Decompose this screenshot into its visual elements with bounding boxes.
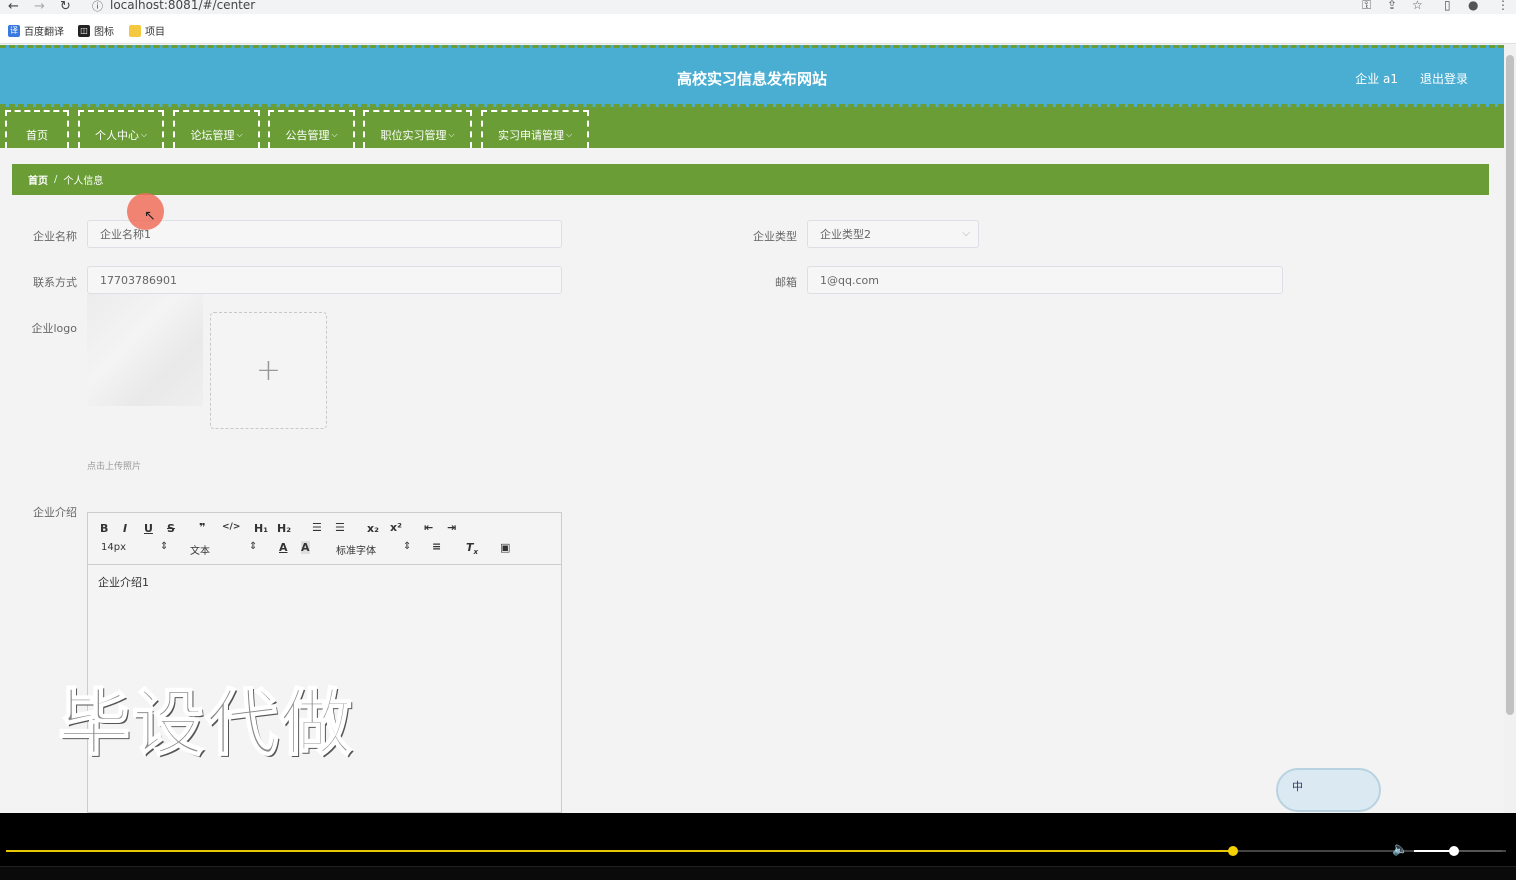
nav-home[interactable]: 首页 — [5, 110, 69, 148]
logo-label: 企业logo — [31, 322, 78, 335]
chevron-down-icon: ⌵ — [962, 228, 970, 239]
site-header: 高校实习信息发布网站 企业 a1 退出登录 — [0, 45, 1504, 107]
upload-tip: 点击上传照片 — [87, 462, 142, 472]
font-color-icon[interactable]: A — [279, 541, 288, 554]
code-icon[interactable]: </> — [222, 522, 240, 532]
contact-input[interactable]: 17703786901 — [87, 266, 562, 294]
main-nav: 首页 个人中心 ⌵ 论坛管理 ⌵ 公告管理 ⌵ 职位实习管理 ⌵ 实习申请管理 ⌵ — [0, 107, 1504, 148]
scrollbar-thumb[interactable] — [1506, 55, 1514, 715]
header-arrows-icon: ⇕ — [249, 541, 258, 552]
volume-icon[interactable]: 🔈 — [1392, 842, 1408, 857]
italic-icon[interactable]: I — [123, 522, 127, 535]
email-input[interactable]: 1@qq.com — [807, 266, 1283, 294]
translate-icon: 译 — [8, 24, 20, 37]
bookmark-folder[interactable]: 项目 — [129, 23, 165, 38]
ordered-list-icon[interactable]: ☰ — [312, 521, 322, 534]
bullet-list-icon[interactable]: ☰ — [335, 521, 345, 534]
url-text: localhost:8081/#/center — [110, 0, 256, 12]
font-size-select[interactable]: 14px — [101, 542, 126, 553]
reload-icon[interactable]: ↻ — [60, 0, 71, 14]
cursor-icon: ↖ — [144, 208, 156, 224]
nav-internship-applications[interactable]: 实习申请管理 ⌵ — [481, 110, 589, 148]
breadcrumb: 首页 / 个人信息 — [12, 164, 1489, 195]
nav-internship-positions[interactable]: 职位实习管理 ⌵ — [363, 110, 472, 148]
outdent-icon[interactable]: ⇤ — [424, 521, 433, 534]
header-select[interactable]: 文本 — [190, 542, 210, 557]
player-controls-strip — [0, 866, 1516, 880]
folder-icon — [129, 24, 141, 37]
editor-content[interactable]: 企业介绍1 — [88, 565, 561, 599]
logo-upload-button[interactable]: + — [210, 312, 327, 429]
heading1-icon[interactable]: H₁ — [254, 522, 268, 535]
email-label: 邮箱 — [775, 276, 797, 289]
seek-bar[interactable] — [6, 850, 1506, 852]
breadcrumb-current: 个人信息 — [63, 176, 104, 187]
company-name-label: 企业名称 — [33, 230, 77, 243]
clear-format-icon[interactable]: Tx — [466, 541, 478, 556]
chevron-down-icon: ⌵ — [565, 130, 573, 139]
underline-icon[interactable]: U — [144, 522, 153, 535]
plus-icon: + — [255, 353, 282, 388]
nav-personal-center[interactable]: 个人中心 ⌵ — [78, 110, 164, 148]
user-name: 企业 a1 — [1355, 72, 1398, 86]
back-icon[interactable]: ← — [8, 0, 19, 14]
icon-site-icon: ◫ — [78, 24, 90, 37]
site-info-icon[interactable]: ⓘ — [92, 0, 103, 14]
seek-handle[interactable] — [1228, 846, 1238, 856]
breadcrumb-separator: / — [54, 174, 58, 185]
key-icon[interactable]: ⚿ — [1362, 0, 1371, 13]
chevron-down-icon: ⌵ — [140, 130, 148, 139]
font-size-arrows-icon: ⇕ — [160, 541, 169, 552]
watermark-text: 毕设代做 — [57, 680, 355, 766]
nav-notice[interactable]: 公告管理 ⌵ — [268, 110, 355, 148]
breadcrumb-home[interactable]: 首页 — [28, 172, 48, 187]
company-type-select[interactable]: 企业类型2 ⌵ — [807, 220, 979, 248]
volume-level — [1414, 850, 1454, 852]
address-bar[interactable]: ⓘ localhost:8081/#/center — [90, 0, 1350, 14]
forward-icon[interactable]: → — [34, 0, 45, 14]
browser-toolbar: ← → ↻ ⓘ localhost:8081/#/center ⚿ ⇪ ☆ ▯ … — [0, 0, 1516, 14]
logo-preview-image — [87, 294, 203, 406]
bookmark-item[interactable]: ◫ 图标 — [78, 23, 114, 38]
menu-icon[interactable]: ⋮ — [1497, 0, 1509, 12]
bookmarks-bar: 译 百度翻译 ◫ 图标 项目 — [0, 14, 1516, 44]
logout-link[interactable]: 退出登录 — [1420, 70, 1468, 87]
intro-label: 企业介绍 — [33, 506, 77, 519]
strike-icon[interactable]: S — [167, 522, 175, 535]
star-icon[interactable]: ☆ — [1412, 0, 1423, 12]
font-family-arrows-icon: ⇕ — [403, 541, 412, 552]
indent-icon[interactable]: ⇥ — [447, 521, 456, 534]
video-player-bar: 🔈 — [0, 813, 1516, 880]
align-icon[interactable]: ≡ — [432, 540, 441, 553]
font-family-select[interactable]: 标准字体 — [336, 542, 376, 557]
profile-icon[interactable]: ● — [1468, 0, 1478, 12]
ime-label: 中 — [1292, 780, 1303, 793]
bookmark-item[interactable]: 译 百度翻译 — [8, 23, 64, 38]
blockquote-icon[interactable]: ❞ — [199, 521, 205, 534]
ime-widget[interactable]: 中 — [1276, 768, 1381, 812]
superscript-icon[interactable]: x² — [390, 521, 402, 534]
background-color-icon[interactable]: A — [301, 541, 310, 554]
chevron-down-icon: ⌵ — [448, 130, 455, 139]
nav-forum[interactable]: 论坛管理 ⌵ — [173, 110, 260, 148]
share-icon[interactable]: ⇪ — [1387, 0, 1397, 12]
bold-icon[interactable]: B — [100, 522, 108, 535]
site-title: 高校实习信息发布网站 — [676, 70, 827, 88]
image-icon[interactable]: ▣ — [500, 541, 510, 554]
sidepanel-icon[interactable]: ▯ — [1444, 0, 1451, 12]
contact-label: 联系方式 — [33, 276, 77, 289]
chevron-down-icon: ⌵ — [331, 130, 338, 139]
heading2-icon[interactable]: H₂ — [277, 522, 291, 535]
subscript-icon[interactable]: x₂ — [367, 522, 379, 535]
volume-handle[interactable] — [1448, 846, 1459, 856]
editor-toolbar: B I U S ❞ </> H₁ H₂ ☰ ☰ x₂ x² ⇤ ⇥ 14px ⇕… — [88, 513, 561, 565]
company-type-label: 企业类型 — [753, 230, 797, 243]
chevron-down-icon: ⌵ — [236, 130, 243, 139]
seek-progress — [6, 850, 1233, 852]
page-scrollbar[interactable] — [1504, 45, 1516, 813]
